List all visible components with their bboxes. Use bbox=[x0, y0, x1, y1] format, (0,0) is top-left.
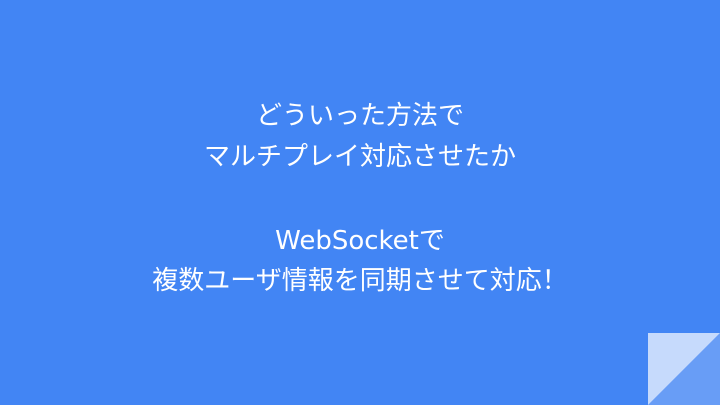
slide-text-line-2: マルチプレイ対応させたか bbox=[203, 142, 516, 172]
slide: どういった方法で マルチプレイ対応させたか WebSocketで 複数ユーザ情報… bbox=[0, 0, 720, 405]
slide-text-line-3: WebSocketで bbox=[275, 226, 445, 256]
slide-text-line-4: 複数ユーザ情報を同期させて対応！ bbox=[152, 266, 568, 296]
slide-text-line-1: どういった方法で bbox=[255, 101, 464, 131]
page-curl-corner bbox=[648, 333, 720, 405]
